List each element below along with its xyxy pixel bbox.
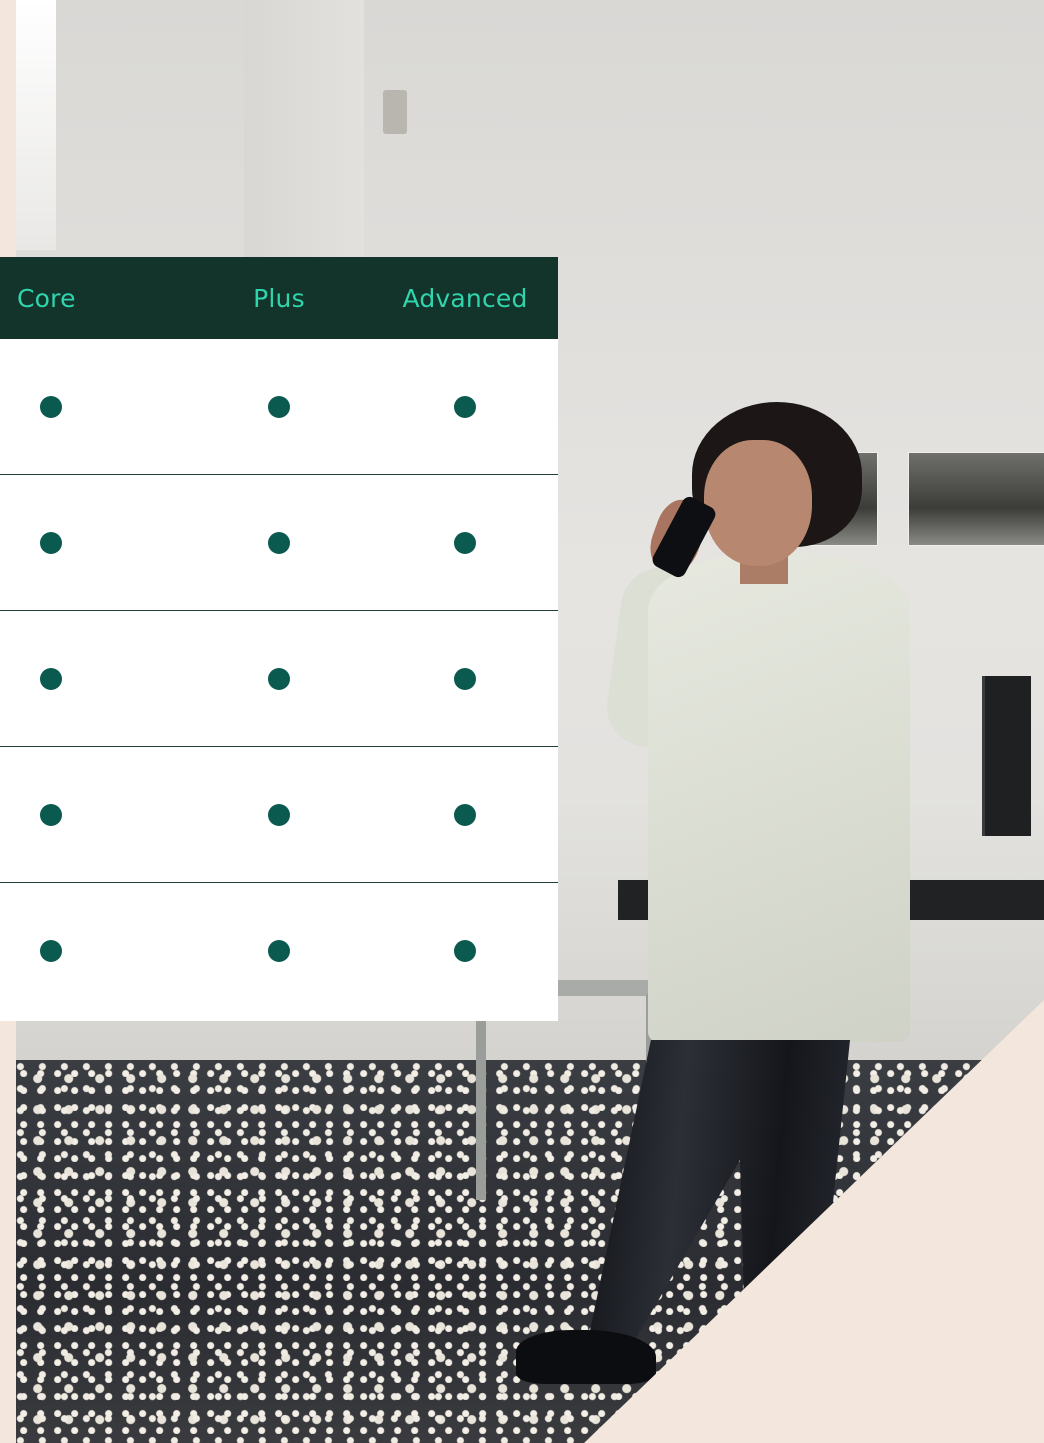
cell-core bbox=[0, 803, 186, 826]
table-body bbox=[0, 339, 558, 1019]
cell-advanced bbox=[372, 667, 558, 690]
cell-core bbox=[0, 940, 186, 962]
plan-comparison-table: Core Plus Advanced bbox=[0, 257, 558, 1021]
window-light bbox=[16, 0, 56, 250]
filled-circle-icon bbox=[454, 940, 476, 962]
cell-core bbox=[0, 531, 186, 554]
cell-plus bbox=[186, 803, 372, 826]
cell-advanced bbox=[372, 803, 558, 826]
column-header-plus: Plus bbox=[253, 283, 305, 313]
filled-circle-icon bbox=[454, 395, 476, 418]
cell-plus bbox=[186, 531, 372, 554]
filled-circle-icon bbox=[40, 940, 62, 962]
cell-core bbox=[0, 395, 186, 418]
cell-advanced bbox=[372, 531, 558, 554]
cell-advanced bbox=[372, 395, 558, 418]
cell-plus bbox=[186, 940, 372, 962]
table-row bbox=[0, 611, 558, 747]
filled-circle-icon bbox=[268, 940, 290, 962]
filled-circle-icon bbox=[268, 531, 290, 554]
person-face bbox=[704, 440, 812, 566]
cell-plus bbox=[186, 395, 372, 418]
table-row bbox=[0, 475, 558, 611]
table-header: Core Plus Advanced bbox=[0, 257, 558, 339]
person-shoe bbox=[516, 1330, 656, 1384]
cell-plus bbox=[186, 667, 372, 690]
column-header-advanced: Advanced bbox=[402, 283, 528, 313]
filled-circle-icon bbox=[40, 667, 62, 690]
wall-pillar bbox=[244, 0, 364, 260]
filled-circle-icon bbox=[454, 803, 476, 826]
filled-circle-icon bbox=[454, 667, 476, 690]
filled-circle-icon bbox=[268, 667, 290, 690]
desk-monitor bbox=[982, 676, 1031, 836]
cell-core bbox=[0, 667, 186, 690]
filled-circle-icon bbox=[40, 395, 62, 418]
column-header-core: Core bbox=[17, 283, 76, 313]
table-row bbox=[0, 747, 558, 883]
table-row bbox=[0, 339, 558, 475]
filled-circle-icon bbox=[268, 395, 290, 418]
filled-circle-icon bbox=[268, 803, 290, 826]
filled-circle-icon bbox=[40, 803, 62, 826]
wall-switch bbox=[383, 90, 407, 134]
filled-circle-icon bbox=[40, 531, 62, 554]
cell-advanced bbox=[372, 940, 558, 962]
person-shirt bbox=[648, 552, 910, 1042]
table-row bbox=[0, 883, 558, 1019]
wall-photo-frame bbox=[908, 452, 1044, 546]
filled-circle-icon bbox=[454, 531, 476, 554]
